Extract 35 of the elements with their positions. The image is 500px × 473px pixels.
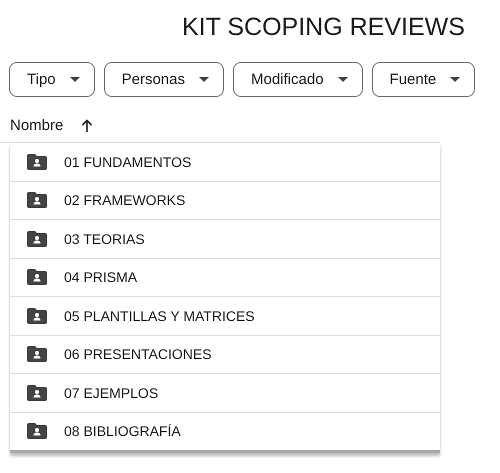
folder-name: 02 FRAMEWORKS <box>64 192 186 208</box>
shared-folder-icon <box>27 346 47 362</box>
folder-row[interactable]: 02 FRAMEWORKS <box>10 182 440 220</box>
folder-name: 04 PRISMA <box>64 269 138 286</box>
column-header[interactable]: Nombre <box>10 117 64 134</box>
caret-icon <box>199 77 209 82</box>
caret-icon <box>338 77 348 82</box>
folder-name: 08 BIBLIOGRAFÍA <box>64 423 181 440</box>
filter-dropdown[interactable]: Tipo <box>9 62 95 97</box>
folder-title: KIT SCOPING REVIEWS <box>181 12 466 43</box>
shared-folder-icon <box>27 308 47 324</box>
folder-row[interactable]: 08 BIBLIOGRAFÍA <box>10 412 440 450</box>
caret-icon <box>70 77 80 82</box>
folder-row[interactable]: 04 PRISMA <box>10 258 440 297</box>
shared-folder-icon <box>27 154 47 170</box>
folder-name: 06 PRESENTACIONES <box>64 346 212 362</box>
folder-name: 07 EJEMPLOS <box>64 384 158 401</box>
shared-folder-icon <box>27 269 47 286</box>
folder-row[interactable]: 07 EJEMPLOS <box>10 374 440 412</box>
caret-icon <box>450 77 460 82</box>
folder-row[interactable]: 03 TEORIAS <box>10 220 440 258</box>
arrow-up-icon[interactable] <box>81 118 94 132</box>
shared-folder-icon <box>27 230 47 247</box>
shared-folder-icon <box>27 384 47 401</box>
folder-name: 01 FUNDAMENTOS <box>64 154 192 170</box>
folder-row[interactable]: 06 PRESENTACIONES <box>10 336 440 374</box>
folder-name: 03 TEORIAS <box>64 230 145 247</box>
folder-name: 05 PLANTILLAS Y MATRICES <box>64 308 255 324</box>
filter-dropdown[interactable]: Personas <box>104 62 224 97</box>
shared-folder-icon <box>27 423 47 440</box>
filter-dropdown[interactable]: Fuente <box>372 62 476 97</box>
folder-row[interactable]: 05 PLANTILLAS Y MATRICES <box>10 297 440 336</box>
shared-folder-icon <box>27 192 47 208</box>
folder-row[interactable]: 01 FUNDAMENTOS <box>10 143 440 182</box>
filter-dropdown[interactable]: Modificado <box>233 62 363 97</box>
